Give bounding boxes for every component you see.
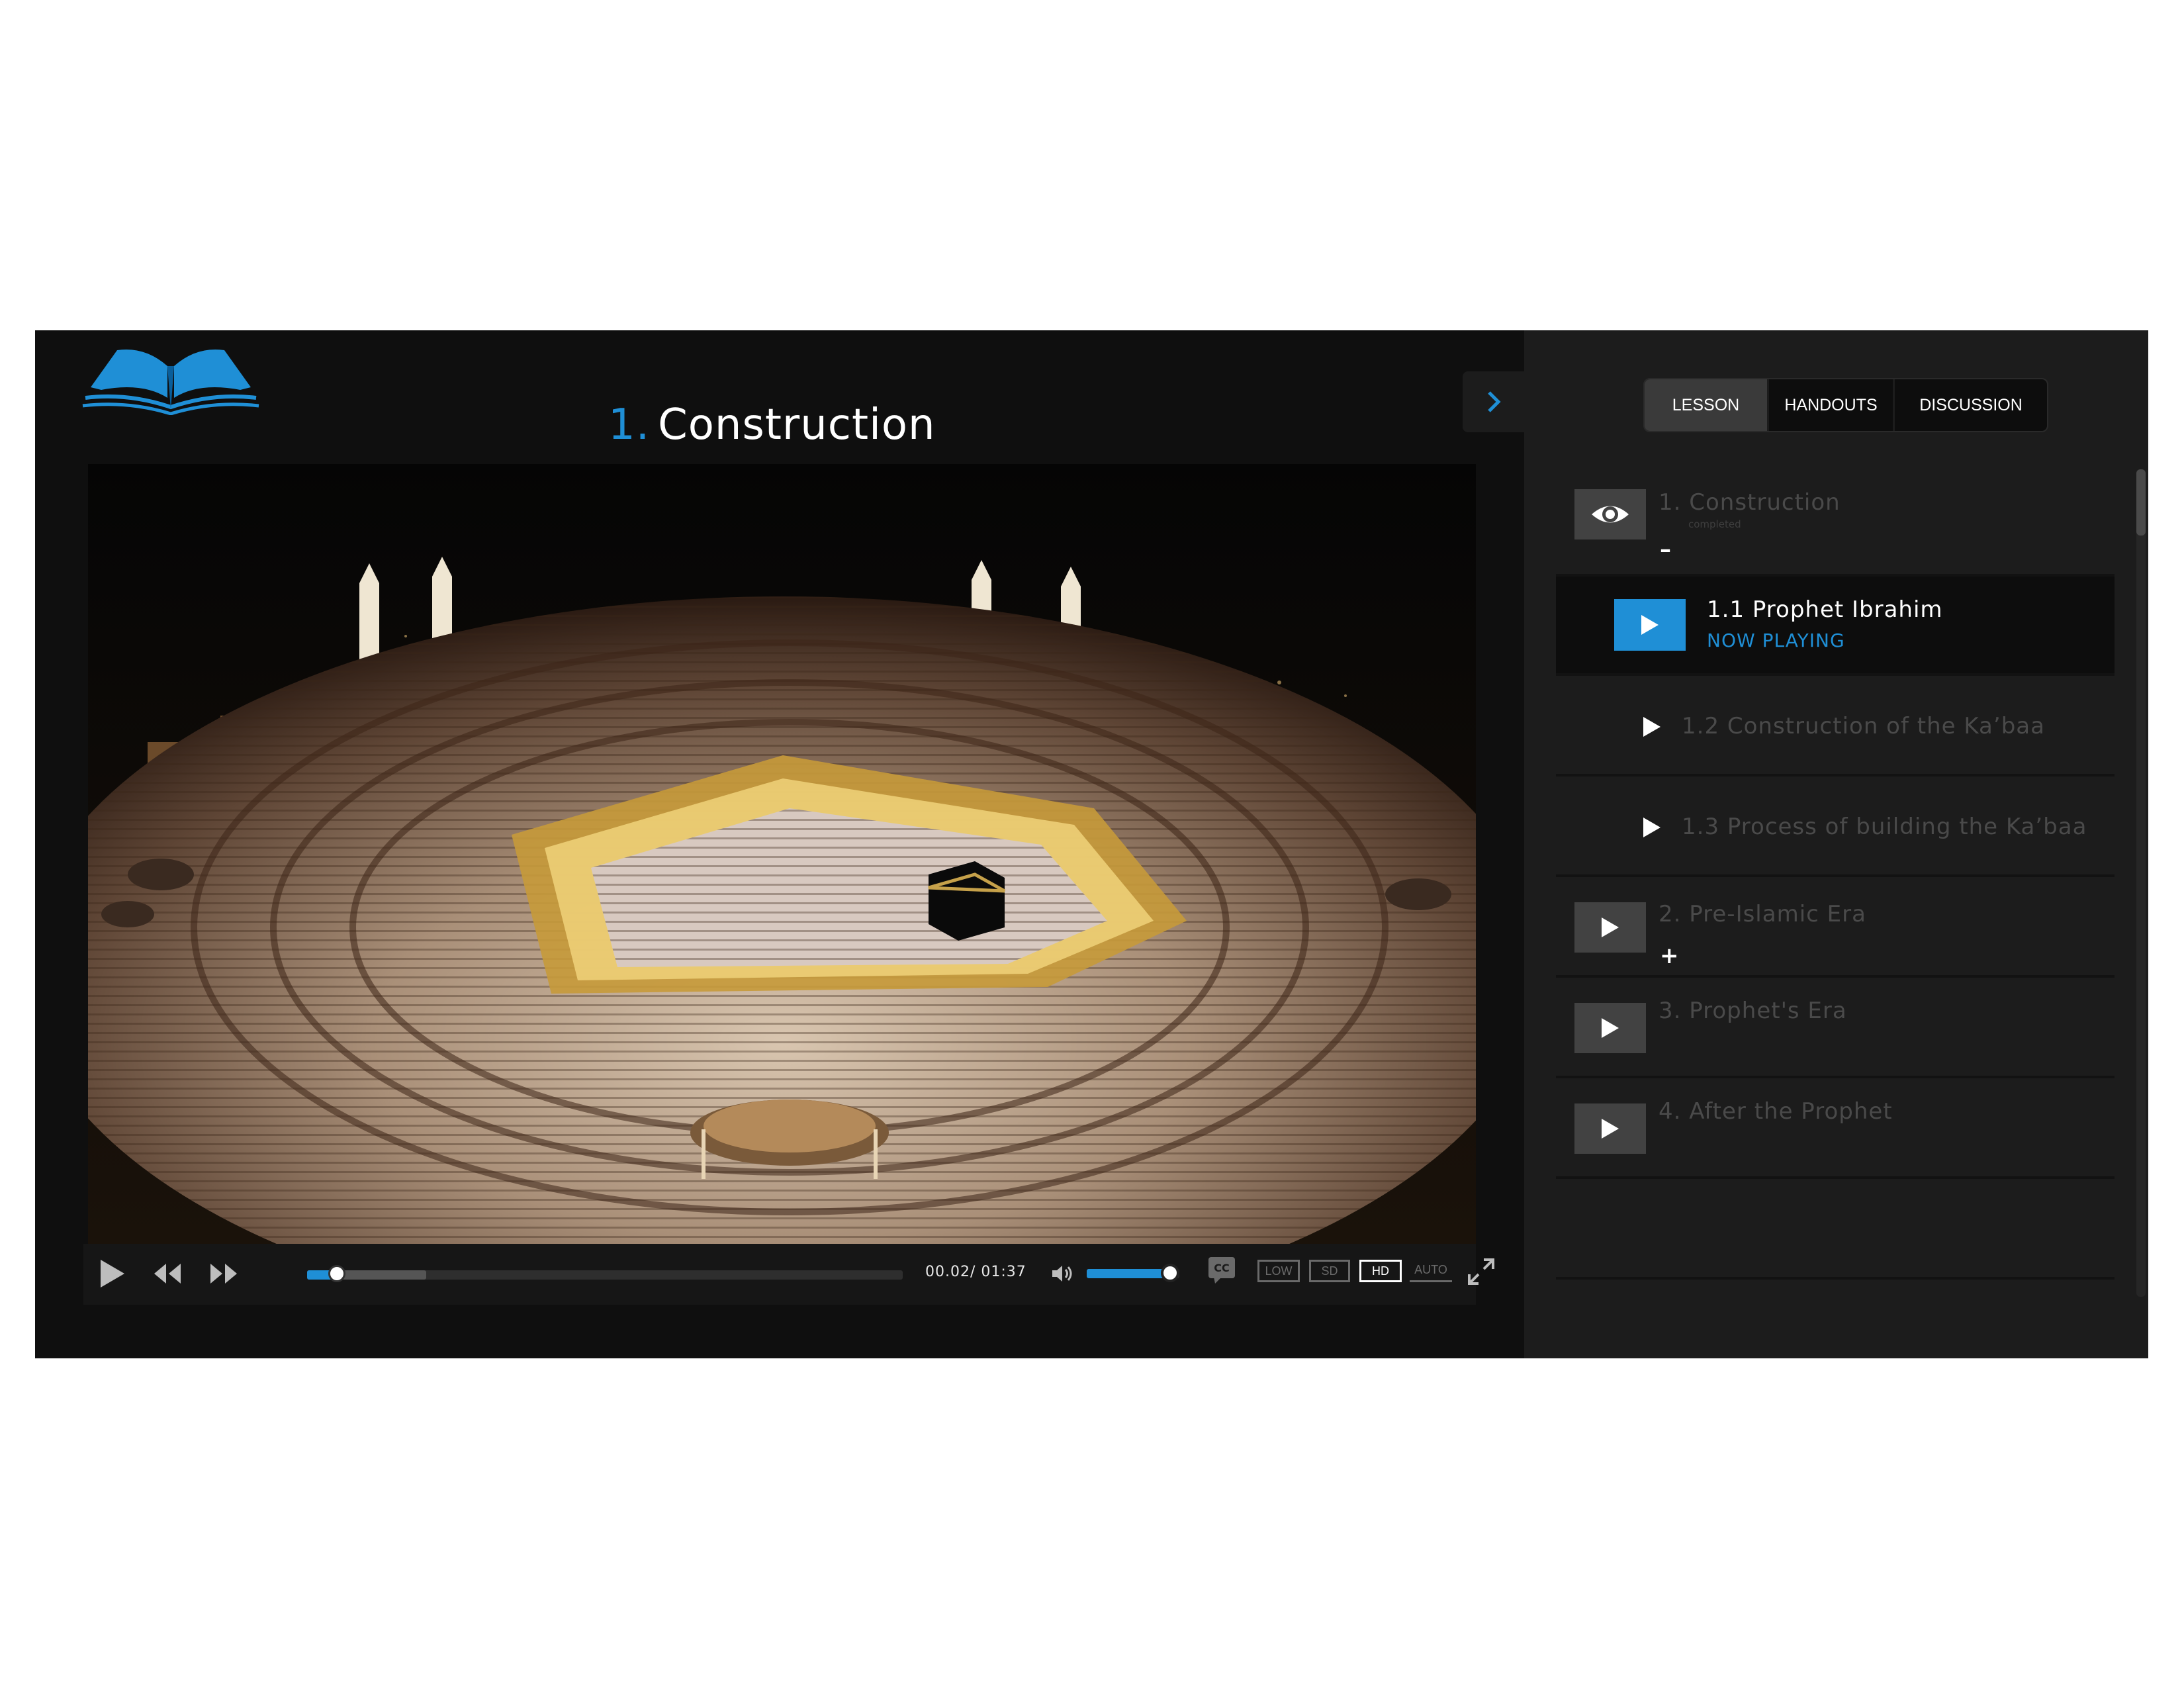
section-label: 1. Construction bbox=[1659, 489, 1841, 516]
subitem-construction-kabaa[interactable]: 1.2 Construction of the Ka’baa bbox=[1556, 676, 2115, 776]
tab-lesson[interactable]: LESSON bbox=[1645, 379, 1767, 431]
expand-toggle[interactable]: + bbox=[1660, 945, 1679, 967]
fast-forward-icon[interactable] bbox=[209, 1262, 238, 1285]
time-readout: 00.02/ 01:37 bbox=[925, 1264, 1026, 1280]
collapse-sidebar-button[interactable] bbox=[1463, 371, 1524, 432]
section-icon-button[interactable] bbox=[1574, 902, 1646, 953]
open-book-logo-icon bbox=[82, 350, 259, 415]
list-empty-row bbox=[1556, 1179, 2115, 1280]
play-icon[interactable] bbox=[98, 1258, 126, 1289]
section-item-construction[interactable]: 1. Construction completed – bbox=[1556, 469, 2115, 577]
tab-handouts[interactable]: HANDOUTS bbox=[1767, 379, 1893, 431]
tab-discussion[interactable]: DISCUSSION bbox=[1893, 379, 2047, 431]
play-icon[interactable] bbox=[1642, 716, 1662, 738]
section-label: 4. After the Prophet bbox=[1659, 1098, 1893, 1125]
collapse-toggle[interactable]: – bbox=[1660, 538, 1671, 561]
sidebar-scroll-thumb[interactable] bbox=[2136, 469, 2146, 536]
video-area: 1. Construction 00.02/ 01:37 CC LOW SD H… bbox=[35, 330, 1524, 1358]
chevron-right-icon bbox=[1488, 391, 1501, 412]
section-icon-button[interactable] bbox=[1574, 1003, 1646, 1053]
subitem-now-playing[interactable]: 1.1 Prophet Ibrahim NOW PLAYING bbox=[1556, 577, 2115, 676]
eye-icon bbox=[1592, 506, 1629, 523]
now-playing-badge: NOW PLAYING bbox=[1707, 630, 1845, 651]
section-label: 2. Pre-Islamic Era bbox=[1659, 901, 1866, 927]
subitem-label: 1.3 Process of building the Ka’baa bbox=[1682, 814, 2087, 840]
play-icon[interactable] bbox=[1642, 816, 1662, 839]
volume-level bbox=[1087, 1269, 1170, 1278]
quality-sd-button[interactable]: SD bbox=[1309, 1260, 1350, 1282]
captions-button[interactable]: CC bbox=[1208, 1257, 1235, 1278]
sidebar-scrollbar[interactable] bbox=[2136, 469, 2146, 1297]
subitem-label: 1.2 Construction of the Ka’baa bbox=[1682, 713, 2045, 739]
subitem-process-building[interactable]: 1.3 Process of building the Ka’baa bbox=[1556, 776, 2115, 877]
play-icon bbox=[1641, 615, 1659, 635]
quality-hd-button[interactable]: HD bbox=[1359, 1260, 1402, 1282]
volume-slider[interactable] bbox=[1087, 1264, 1179, 1282]
play-icon bbox=[1602, 1018, 1619, 1038]
volume-handle[interactable] bbox=[1161, 1264, 1179, 1282]
progress-handle[interactable] bbox=[328, 1265, 345, 1282]
lesson-sidebar: LESSON HANDOUTS DISCUSSION 1. Constructi… bbox=[1524, 330, 2148, 1358]
progress-bar[interactable] bbox=[307, 1265, 903, 1282]
section-item-prophets-era[interactable]: 3. Prophet's Era bbox=[1556, 978, 2115, 1078]
volume-icon[interactable] bbox=[1051, 1264, 1073, 1284]
fullscreen-icon[interactable] bbox=[1467, 1257, 1496, 1286]
section-icon-button[interactable] bbox=[1574, 489, 1646, 539]
section-item-pre-islamic[interactable]: 2. Pre-Islamic Era + bbox=[1556, 877, 2115, 978]
section-icon-button[interactable] bbox=[1574, 1103, 1646, 1154]
lesson-title-text: Construction bbox=[658, 400, 936, 449]
play-icon bbox=[1602, 917, 1619, 937]
subitem-label: 1.1 Prophet Ibrahim bbox=[1707, 596, 1943, 623]
section-item-after-prophet[interactable]: 4. After the Prophet bbox=[1556, 1078, 2115, 1179]
lesson-number: 1. bbox=[608, 400, 651, 449]
video-still-kaaba bbox=[88, 464, 1476, 1244]
section-status: completed bbox=[1688, 518, 1741, 530]
captions-bubble-tail-icon bbox=[1214, 1277, 1222, 1284]
quality-low-button[interactable]: LOW bbox=[1257, 1260, 1300, 1282]
quality-auto-button[interactable]: AUTO bbox=[1410, 1260, 1452, 1282]
section-label: 3. Prophet's Era bbox=[1659, 998, 1847, 1024]
play-icon bbox=[1602, 1119, 1619, 1139]
lesson-title: 1. Construction bbox=[608, 400, 936, 449]
player-controls: 00.02/ 01:37 CC LOW SD HD AUTO bbox=[83, 1244, 1494, 1305]
lesson-player-app: 1. Construction 00.02/ 01:37 CC LOW SD H… bbox=[35, 330, 2148, 1358]
video-frame[interactable] bbox=[88, 464, 1476, 1244]
play-button[interactable] bbox=[1614, 599, 1686, 651]
sidebar-tabs: LESSON HANDOUTS DISCUSSION bbox=[1643, 378, 2048, 432]
rewind-icon[interactable] bbox=[153, 1262, 182, 1285]
